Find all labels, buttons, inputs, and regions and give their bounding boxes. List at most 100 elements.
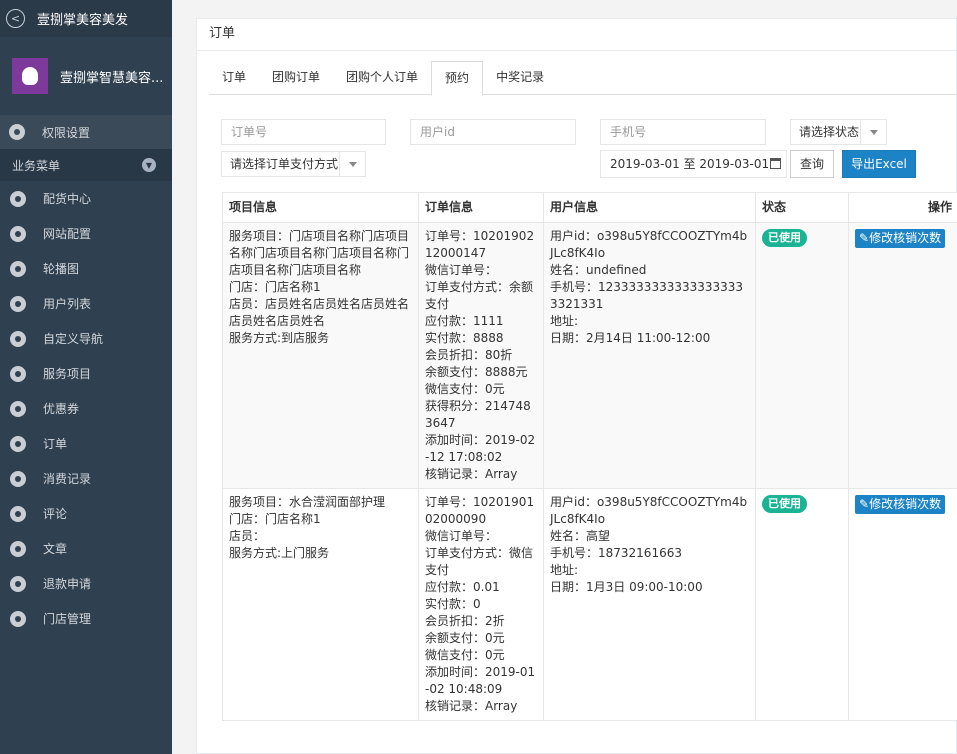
sidebar-item[interactable]: 自定义导航: [0, 321, 172, 356]
sidebar-item[interactable]: 消费记录: [0, 461, 172, 496]
sidebar-item-label: 网站配置: [43, 227, 92, 241]
orders-table: 项目信息 订单信息 用户信息 状态 操作 服务项目：门店项目名称门店项目名称门店…: [222, 192, 957, 721]
cell-action: ✎修改核销次数: [848, 488, 957, 721]
sidebar-item-label: 评论: [43, 507, 68, 521]
sidebar-item-label: 用户列表: [43, 297, 92, 311]
cell-action: ✎修改核销次数: [848, 222, 957, 489]
gear-icon: [10, 365, 26, 382]
gear-icon: [10, 610, 26, 627]
sidebar-item-permissions[interactable]: 权限设置: [0, 115, 172, 149]
pay-method-select-value: 请选择订单支付方式: [230, 157, 339, 171]
cell-line: 店员：店员姓名店员姓名店员姓名店员姓名店员姓名: [229, 297, 410, 328]
sidebar-item-label: 消费记录: [43, 472, 92, 486]
sidebar-item-label: 退款申请: [43, 577, 92, 591]
header-order: 订单信息: [418, 192, 544, 223]
sidebar-item-label: 轮播图: [43, 262, 80, 276]
sidebar-item[interactable]: 退款申请: [0, 566, 172, 601]
sidebar-item-label: 优惠券: [43, 402, 80, 416]
status-select-caret: [860, 120, 886, 144]
app-header: < 壹捌掌美容美发: [0, 0, 172, 37]
cell-line: 微信订单号：: [425, 529, 498, 543]
gear-icon: [10, 505, 26, 522]
status-badge: 已使用: [762, 229, 807, 247]
sidebar-item[interactable]: 配货中心: [0, 181, 172, 216]
edit-verify-count-button[interactable]: ✎修改核销次数: [855, 495, 946, 514]
gear-icon: [10, 435, 26, 452]
gear-icon: [9, 124, 25, 140]
date-range-input[interactable]: 2019-03-01 至 2019-03-01: [600, 150, 787, 178]
user-id-input[interactable]: 用户id: [410, 119, 576, 145]
status-select[interactable]: 请选择状态: [790, 119, 887, 145]
cell-line: 微信支付：0元: [425, 382, 505, 396]
sidebar-item[interactable]: 优惠券: [0, 391, 172, 426]
cell-line: 姓名：高望: [550, 529, 611, 543]
cell-user: 用户id：o398u5Y8fCCOOZTYm4bJLc8fK4Io 姓名：高望 手机…: [543, 488, 756, 721]
brand-name: 壹捌掌智慧美容...: [60, 70, 164, 86]
tab-item[interactable]: 预约: [431, 61, 484, 96]
panel-title: 订单: [197, 19, 956, 51]
edit-icon: ✎: [859, 497, 870, 511]
cell-line: 服务项目：门店项目名称门店项目名称门店项目名称门店项目名称门店项目名称门店项目名…: [229, 229, 410, 277]
sidebar-section-business[interactable]: 业务菜单 ▼: [0, 149, 172, 181]
sidebar-item[interactable]: 服务项目: [0, 356, 172, 391]
cell-line: 实付款：8888: [425, 331, 504, 345]
status-badge: 已使用: [762, 495, 807, 513]
gear-icon: [10, 400, 26, 417]
pay-method-select[interactable]: 请选择订单支付方式: [221, 151, 366, 177]
cell-line: 订单支付方式：余额支付: [425, 280, 534, 311]
phone-input[interactable]: 手机号: [600, 119, 766, 145]
sidebar-item[interactable]: 网站配置: [0, 216, 172, 251]
table-row: 服务项目：水合滢润面部护理 门店：门店名称1 店员： 服务方式:上门服务 订单号：102…: [222, 488, 957, 721]
cell-line: 实付款：0: [425, 597, 481, 611]
tab-item[interactable]: 中奖记录: [483, 61, 557, 95]
cell-line: 余额支付：0元: [425, 631, 505, 645]
sidebar-item[interactable]: 轮播图: [0, 251, 172, 286]
tab-item[interactable]: 团购个人订单: [333, 61, 431, 95]
header-action: 操作: [848, 192, 957, 223]
header-project: 项目信息: [222, 192, 419, 223]
date-range-value: 2019-03-01 至 2019-03-01: [610, 157, 770, 171]
sidebar-item[interactable]: 用户列表: [0, 286, 172, 321]
cell-line: 服务项目：水合滢润面部护理: [229, 495, 386, 509]
sidebar-item-label: 文章: [43, 542, 68, 556]
cell-line: 用户id：o398u5Y8fCCOOZTYm4bJLc8fK4Io: [550, 229, 748, 260]
sidebar-section-label: 业务菜单: [12, 158, 61, 173]
header-user: 用户信息: [543, 192, 756, 223]
calendar-icon: [770, 158, 781, 169]
order-no-input[interactable]: 订单号: [221, 119, 386, 145]
gear-icon: [10, 330, 26, 347]
table-header-row: 项目信息 订单信息 用户信息 状态 操作: [222, 192, 957, 223]
cell-line: 门店：门店名称1: [229, 512, 321, 526]
caret-down-icon: [869, 129, 878, 135]
caret-down-icon: [348, 161, 357, 167]
cell-project: 服务项目：水合滢润面部护理 门店：门店名称1 店员： 服务方式:上门服务: [222, 488, 419, 721]
query-button[interactable]: 查询: [790, 150, 834, 178]
cell-order: 订单号：1020190102000090 微信订单号： 订单支付方式：微信支付 应付款…: [418, 488, 544, 721]
cell-line: 店员：: [229, 529, 266, 543]
sidebar-item[interactable]: 文章: [0, 531, 172, 566]
sidebar-item[interactable]: 订单: [0, 426, 172, 461]
cell-line: 地址:: [550, 563, 579, 577]
cell-line: 应付款：0.01: [425, 580, 500, 594]
export-excel-button[interactable]: 导出Excel: [842, 150, 916, 178]
edit-verify-count-button[interactable]: ✎修改核销次数: [855, 229, 946, 248]
sidebar-item[interactable]: 评论: [0, 496, 172, 531]
edit-button-label: 修改核销次数: [869, 231, 942, 245]
cell-line: 应付款：1111: [425, 314, 504, 328]
app-title: 壹捌掌美容美发: [37, 13, 129, 28]
cell-line: 添加时间：2019-02-12 17:08:02: [425, 433, 536, 464]
sidebar-item-label: 配货中心: [43, 192, 92, 206]
cell-line: 微信支付：0元: [425, 648, 505, 662]
cell-line: 地址:: [550, 314, 579, 328]
sidebar-item[interactable]: 门店管理: [0, 601, 172, 636]
cell-line: 日期：1月3日 09:00-10:00: [550, 580, 703, 594]
gear-icon: [10, 540, 26, 557]
cell-line: 添加时间：2019-01-02 10:48:09: [425, 665, 536, 696]
table-row: 服务项目：门店项目名称门店项目名称门店项目名称门店项目名称门店项目名称门店项目名…: [222, 222, 957, 489]
sidebar-item-label: 权限设置: [42, 125, 91, 140]
back-arrow-icon[interactable]: <: [6, 9, 25, 28]
tab-item[interactable]: 订单: [209, 61, 259, 95]
gear-icon: [10, 470, 26, 487]
tab-item[interactable]: 团购订单: [259, 61, 333, 95]
sidebar-item-label: 自定义导航: [43, 332, 104, 346]
